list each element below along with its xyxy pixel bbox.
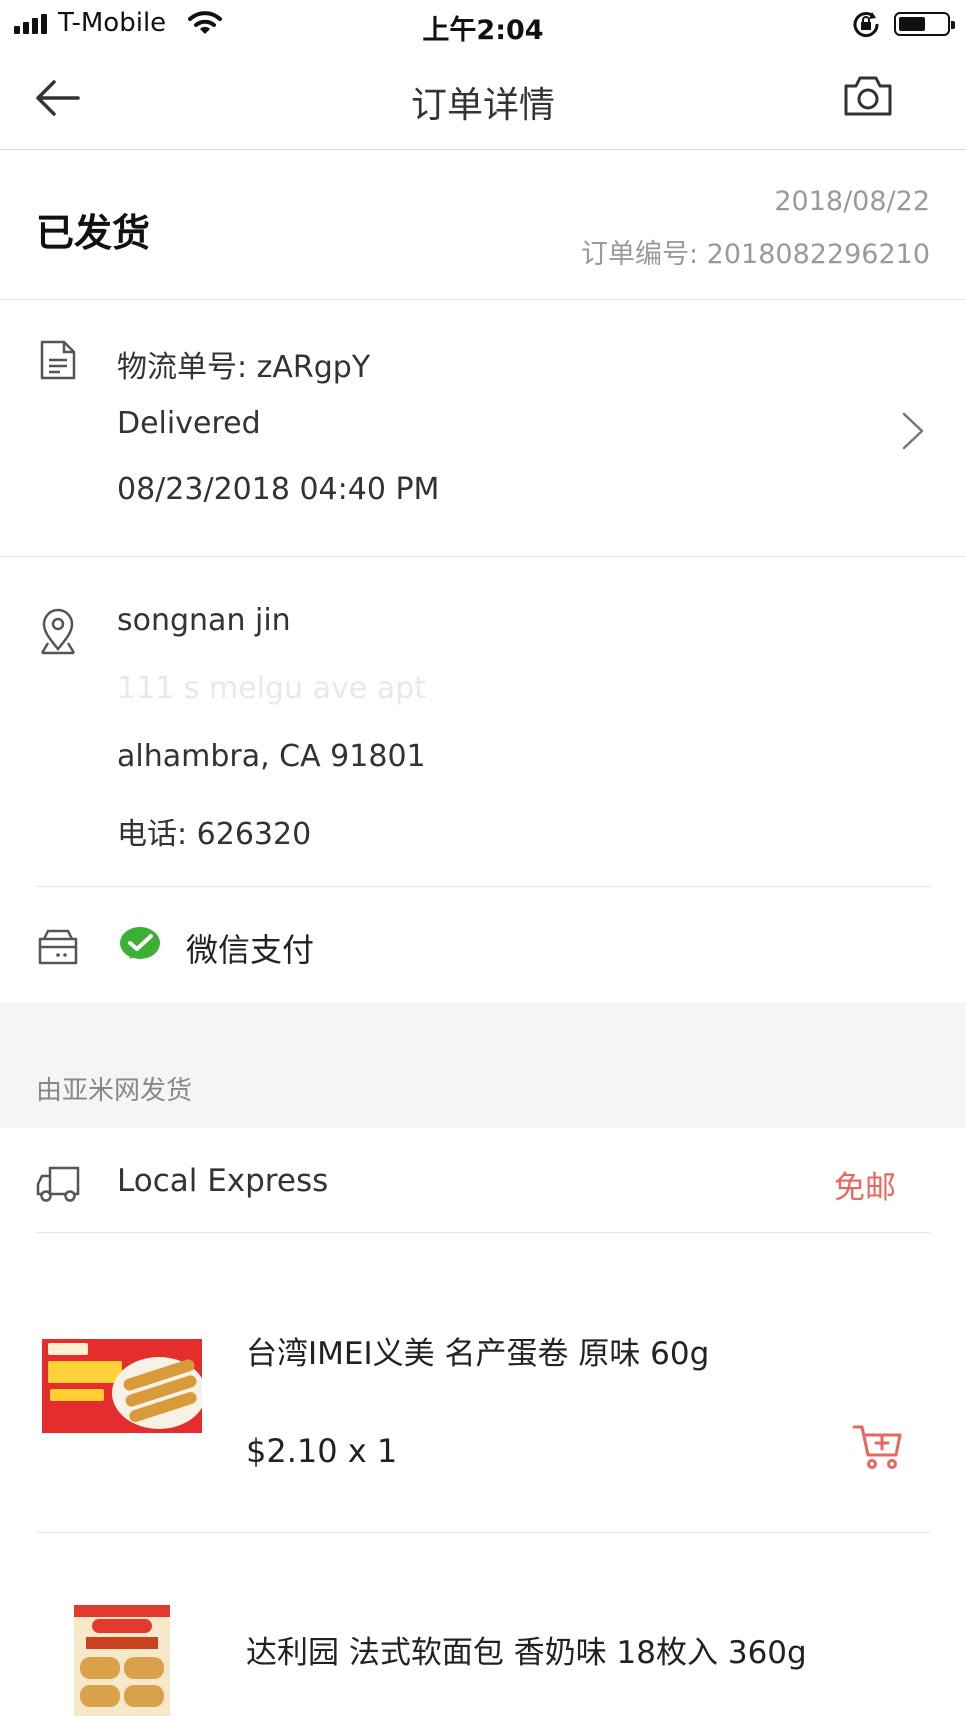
free-shipping-badge: 免邮: [834, 1170, 896, 1206]
shipper-header: 由亚米网发货: [0, 1002, 966, 1128]
truck-icon: [36, 1166, 80, 1202]
delivery-time: 08/23/2018 04:40 PM: [117, 472, 440, 507]
nav-bar: 订单详情: [0, 48, 966, 150]
rotation-lock-icon: [853, 12, 879, 38]
city-state-zip: alhambra, CA 91801: [117, 739, 426, 774]
shipper-label: 由亚米网发货: [36, 1076, 193, 1106]
product-name[interactable]: 达利园 法式软面包 香奶味 18枚入 360g: [246, 1627, 807, 1672]
phone-number: 电话: 626320: [117, 817, 312, 852]
logistics-section[interactable]: 物流单号: zARgpY Delivered 08/23/2018 04:40 …: [0, 300, 966, 557]
product-item[interactable]: 台湾IMEI义美 名产蛋卷 原味 60g $2.10 x 1: [0, 1233, 966, 1533]
status-time: 上午2:04: [422, 15, 544, 46]
payment-method: 微信支付: [186, 931, 315, 969]
document-icon: [40, 340, 76, 380]
product-name[interactable]: 台湾IMEI义美 名产蛋卷 原味 60g: [246, 1328, 709, 1373]
address-section: songnan jin 111 s melgu ave apt alhambra…: [0, 557, 966, 887]
order-date: 2018/08/22: [774, 186, 930, 217]
order-number: 订单编号: 2018082296210: [581, 239, 930, 270]
product-image[interactable]: [42, 1339, 202, 1433]
recipient-name: songnan jin: [117, 603, 291, 638]
street-address: 111 s melgu ave apt: [117, 671, 426, 706]
order-status-section: 已发货 2018/08/22 订单编号: 2018082296210: [0, 150, 966, 300]
camera-icon[interactable]: [842, 74, 894, 118]
shipping-method-section: Local Express 免邮: [0, 1128, 966, 1233]
battery-icon: [894, 12, 955, 36]
location-pin-icon: [40, 608, 76, 655]
product-item[interactable]: 达利园 法式软面包 香奶味 18枚入 360g: [0, 1533, 966, 1716]
status-bar: T-Mobile 上午2:04: [0, 0, 966, 48]
delivery-status: Delivered: [117, 406, 261, 441]
payment-section: 微信支付: [0, 887, 966, 1002]
wechat-pay-icon: [120, 927, 160, 959]
shipping-method: Local Express: [117, 1163, 329, 1199]
wallet-icon: [38, 929, 78, 965]
tracking-number: 物流单号: zARgpY: [117, 350, 371, 385]
product-price: $2.10 x 1: [246, 1432, 398, 1470]
chevron-right-icon[interactable]: [900, 410, 926, 452]
order-status-label: 已发货: [36, 211, 151, 255]
add-to-cart-icon[interactable]: [852, 1423, 904, 1471]
product-image[interactable]: [74, 1605, 170, 1716]
page-title: 订单详情: [410, 85, 555, 126]
